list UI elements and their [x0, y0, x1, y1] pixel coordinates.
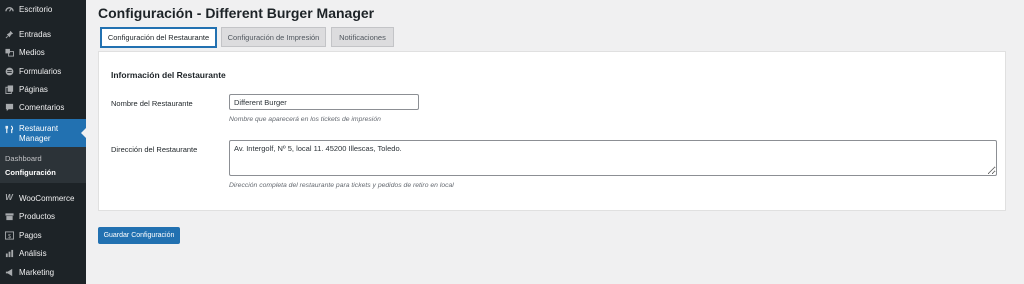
restaurant-name-input[interactable] — [229, 94, 419, 110]
sidebar-item-label: Entradas — [19, 29, 52, 39]
comments-icon — [4, 102, 14, 112]
analytics-icon — [4, 248, 14, 258]
sidebar-item-label: Productos — [19, 211, 56, 221]
tab-notifications[interactable]: Notificaciones — [331, 27, 394, 47]
utensils-icon — [4, 124, 14, 134]
restaurant-name-label: Nombre del Restaurante — [111, 99, 193, 108]
submenu-item-configuracion[interactable]: Configuración — [5, 168, 56, 177]
admin-sidebar: Escritorio Entradas Medios Formularios P… — [0, 0, 86, 284]
sidebar-item-medios[interactable]: Medios — [0, 43, 86, 61]
sidebar-item-formularios[interactable]: Formularios — [0, 62, 86, 80]
sidebar-item-marketing[interactable]: Marketing — [0, 263, 86, 281]
settings-panel: Información del Restaurante Nombre del R… — [98, 51, 1006, 211]
sidebar-item-restaurant-manager[interactable]: Restaurant Manager — [0, 119, 86, 147]
restaurant-name-description: Nombre que aparecerá en los tickets de i… — [229, 116, 381, 123]
products-icon — [4, 211, 14, 221]
restaurant-address-description: Dirección completa del restaurante para … — [229, 182, 454, 189]
media-icon — [4, 47, 14, 57]
sidebar-item-productos[interactable]: Productos — [0, 207, 86, 225]
sidebar-item-escritorio[interactable]: Escritorio — [0, 0, 86, 18]
sidebar-item-label: Escritorio — [19, 4, 53, 14]
forms-icon — [4, 66, 14, 76]
sidebar-item-label: Marketing — [19, 267, 55, 277]
dashboard-icon — [4, 4, 14, 14]
tab-print-config[interactable]: Configuración de Impresión — [221, 27, 326, 47]
woocommerce-icon: W — [5, 193, 13, 202]
sidebar-item-woocommerce[interactable]: W WooCommerce — [0, 189, 86, 207]
svg-text:$: $ — [8, 233, 11, 239]
pages-icon — [4, 84, 14, 94]
restaurant-address-label: Dirección del Restaurante — [111, 145, 198, 154]
sidebar-item-entradas[interactable]: Entradas — [0, 25, 86, 43]
submenu-item-dashboard[interactable]: Dashboard — [5, 154, 42, 163]
megaphone-icon — [4, 267, 14, 277]
sidebar-item-analisis[interactable]: Análisis — [0, 244, 86, 262]
sidebar-item-label: Análisis — [19, 248, 47, 258]
sidebar-item-label: Comentarios — [19, 102, 65, 112]
sidebar-item-label: WooCommerce — [19, 193, 75, 203]
restaurant-manager-submenu: Dashboard Configuración — [0, 147, 86, 183]
tab-restaurant-config[interactable]: Configuración del Restaurante — [100, 27, 217, 48]
section-title: Información del Restaurante — [111, 70, 226, 80]
sidebar-item-pagos[interactable]: $ Pagos — [0, 226, 86, 244]
page-title: Configuración - Different Burger Manager — [98, 5, 375, 21]
sidebar-item-label: Formularios — [19, 66, 62, 76]
sidebar-item-label: Medios — [19, 47, 45, 57]
payments-icon: $ — [4, 230, 14, 240]
sidebar-item-label: Restaurant Manager — [19, 124, 59, 143]
restaurant-address-textarea[interactable]: Av. Intergolf, Nº 5, local 11. 45200 Ill… — [229, 140, 997, 176]
pin-icon — [4, 29, 14, 39]
sidebar-item-paginas[interactable]: Páginas — [0, 80, 86, 98]
sidebar-item-label: Páginas — [19, 84, 48, 94]
sidebar-item-comentarios[interactable]: Comentarios — [0, 98, 86, 116]
sidebar-item-label: Pagos — [19, 230, 42, 240]
active-indicator — [81, 128, 86, 138]
save-config-button[interactable]: Guardar Configuración — [98, 227, 180, 244]
